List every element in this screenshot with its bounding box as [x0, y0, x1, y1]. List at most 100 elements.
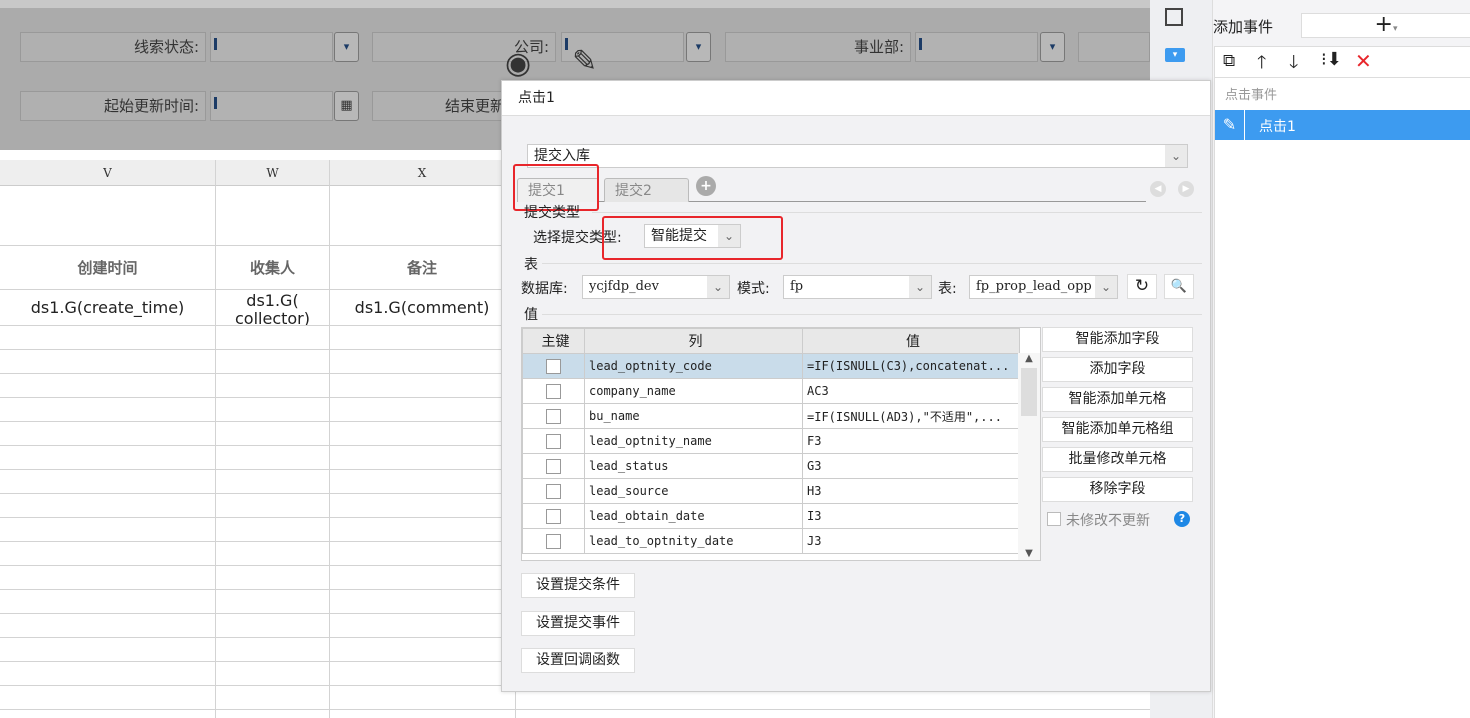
- pk-checkbox[interactable]: [546, 533, 561, 549]
- schema-select[interactable]: fp ⌄: [783, 275, 932, 299]
- value-cell[interactable]: H3: [802, 478, 1020, 504]
- value-cell[interactable]: =IF(ISNULL(AD3),"不适用",...: [802, 403, 1020, 429]
- column-cell[interactable]: lead_optnity_name: [584, 428, 803, 454]
- event-group-label: 点击事件: [1225, 88, 1278, 103]
- pk-checkbox[interactable]: [546, 358, 561, 374]
- event-item-click1[interactable]: ✎ 点击1: [1215, 110, 1470, 140]
- value-cell[interactable]: I3: [802, 503, 1020, 529]
- value-cell[interactable]: F3: [802, 428, 1020, 454]
- database-select[interactable]: ycjfdp_dev ⌄: [582, 275, 730, 299]
- tab-next-icon[interactable]: ▶: [1178, 181, 1194, 197]
- pk-checkbox[interactable]: [546, 508, 561, 524]
- start-time-input[interactable]: [210, 91, 333, 121]
- edit-icon[interactable]: ✎: [1215, 110, 1245, 140]
- column-header-v[interactable]: V: [0, 160, 216, 186]
- filter-label-lead-status: 线索状态:: [20, 32, 206, 62]
- tab-submit2[interactable]: 提交2: [604, 178, 689, 202]
- value-row[interactable]: lead_status G3: [522, 453, 1020, 479]
- pk-header: 主键: [522, 328, 585, 354]
- value-row[interactable]: company_name AC3: [522, 378, 1020, 404]
- lead-status-input[interactable]: [210, 32, 333, 62]
- copy-icon[interactable]: ⧉: [1223, 51, 1235, 71]
- value-cell[interactable]: AC3: [802, 378, 1020, 404]
- dropdown-icon[interactable]: ▾: [334, 32, 359, 62]
- column-cell[interactable]: bu_name: [584, 403, 803, 429]
- side-button[interactable]: 智能添加单元格组: [1042, 417, 1193, 442]
- submit-type-section: 提交类型: [524, 205, 580, 221]
- calendar-icon[interactable]: ▦: [334, 91, 359, 121]
- pencil-icon[interactable]: ✎: [572, 44, 597, 79]
- hide-icon[interactable]: ◉: [505, 46, 531, 81]
- arrow-down-icon[interactable]: 🡓: [1289, 50, 1298, 80]
- bottom-button[interactable]: 设置提交事件: [521, 610, 635, 636]
- chevron-down-icon: ⌄: [707, 276, 729, 298]
- cell[interactable]: [216, 186, 330, 246]
- side-button[interactable]: 批量修改单元格: [1042, 447, 1193, 472]
- header-cell-create-time[interactable]: 创建时间: [0, 246, 216, 290]
- dropdown-icon[interactable]: ▾: [1040, 32, 1065, 62]
- value-cell[interactable]: G3: [802, 453, 1020, 479]
- bottom-button[interactable]: 设置提交条件: [521, 573, 635, 598]
- refresh-icon[interactable]: ↻: [1127, 274, 1157, 299]
- side-button[interactable]: 智能添加单元格: [1042, 387, 1193, 412]
- scrollbar[interactable]: ▲ ▼: [1018, 353, 1040, 560]
- no-update-checkbox[interactable]: [1047, 512, 1061, 526]
- database-label: 数据库:: [521, 281, 568, 297]
- bu-input[interactable]: [915, 32, 1038, 62]
- delete-icon[interactable]: ✕: [1355, 49, 1372, 73]
- column-header-x[interactable]: X: [330, 160, 515, 186]
- no-update-label: 未修改不更新: [1066, 513, 1150, 529]
- frame-icon[interactable]: [1165, 8, 1183, 26]
- action-select[interactable]: 提交入库 ⌄: [527, 144, 1188, 168]
- dropdown-widget-icon[interactable]: ▾: [1165, 48, 1185, 62]
- header-cell-comment[interactable]: 备注: [330, 246, 515, 290]
- column-cell[interactable]: lead_obtain_date: [584, 503, 803, 529]
- cell[interactable]: [0, 186, 216, 246]
- value-row[interactable]: lead_optnity_code =IF(ISNULL(C3),concaten…: [522, 353, 1020, 379]
- help-icon[interactable]: ?: [1174, 511, 1190, 527]
- column-cell[interactable]: company_name: [584, 378, 803, 404]
- arrow-up-icon[interactable]: 🡑: [1257, 50, 1266, 80]
- dialog-title: 点击1: [502, 81, 1210, 116]
- pk-checkbox[interactable]: [546, 383, 561, 399]
- event-toolbar: ⧉ 🡑 🡓 ⁝⬇ ✕: [1214, 46, 1470, 78]
- value-row[interactable]: lead_optnity_name F3: [522, 428, 1020, 454]
- event-panel: 添加事件 +▾ ⧉ 🡑 🡓 ⁝⬇ ✕ 点击事件 ✎ 点击1: [1212, 0, 1470, 718]
- data-cell-comment[interactable]: ds1.G(comment): [330, 290, 515, 326]
- value-row[interactable]: lead_source H3: [522, 478, 1020, 504]
- filter-label-end-time: 结束更新: [372, 91, 512, 121]
- chevron-down-icon: ⌄: [909, 276, 931, 298]
- value-row[interactable]: lead_to_optnity_date J3: [522, 528, 1020, 554]
- column-header-w[interactable]: W: [216, 160, 330, 186]
- cell[interactable]: [330, 186, 515, 246]
- header-cell-collector[interactable]: 收集人: [216, 246, 330, 290]
- move-bottom-icon[interactable]: ⁝⬇: [1321, 49, 1342, 70]
- value-row[interactable]: bu_name =IF(ISNULL(AD3),"不适用",...: [522, 403, 1020, 429]
- table-select[interactable]: fp_prop_lead_opp ⌄: [969, 275, 1118, 299]
- add-tab-icon[interactable]: +: [696, 176, 716, 196]
- column-cell[interactable]: lead_source: [584, 478, 803, 504]
- column-cell[interactable]: lead_status: [584, 453, 803, 479]
- side-button[interactable]: 添加字段: [1042, 357, 1193, 382]
- value-cell[interactable]: J3: [802, 528, 1020, 554]
- pk-checkbox[interactable]: [546, 433, 561, 449]
- column-cell[interactable]: lead_to_optnity_date: [584, 528, 803, 554]
- event-list: 点击事件 ✎ 点击1: [1214, 78, 1470, 718]
- schema-label: 模式:: [737, 281, 770, 297]
- tab-prev-icon[interactable]: ◀: [1150, 181, 1166, 197]
- value-row[interactable]: lead_obtain_date I3: [522, 503, 1020, 529]
- pk-checkbox[interactable]: [546, 458, 561, 474]
- pk-checkbox[interactable]: [546, 483, 561, 499]
- side-button[interactable]: 移除字段: [1042, 477, 1193, 502]
- data-cell-create-time[interactable]: ds1.G(create_time): [0, 290, 216, 326]
- dropdown-icon[interactable]: ▾: [686, 32, 711, 62]
- table-label: 表:: [938, 281, 957, 297]
- side-button[interactable]: 智能添加字段: [1042, 327, 1193, 352]
- preview-icon[interactable]: 🔍: [1164, 274, 1194, 299]
- data-cell-collector[interactable]: ds1.G( collector): [216, 290, 330, 326]
- value-cell[interactable]: =IF(ISNULL(C3),concatenat...: [802, 353, 1020, 379]
- pk-checkbox[interactable]: [546, 408, 561, 424]
- column-cell[interactable]: lead_optnity_code: [584, 353, 803, 379]
- bottom-button[interactable]: 设置回调函数: [521, 648, 635, 673]
- add-event-button[interactable]: +▾: [1301, 13, 1470, 38]
